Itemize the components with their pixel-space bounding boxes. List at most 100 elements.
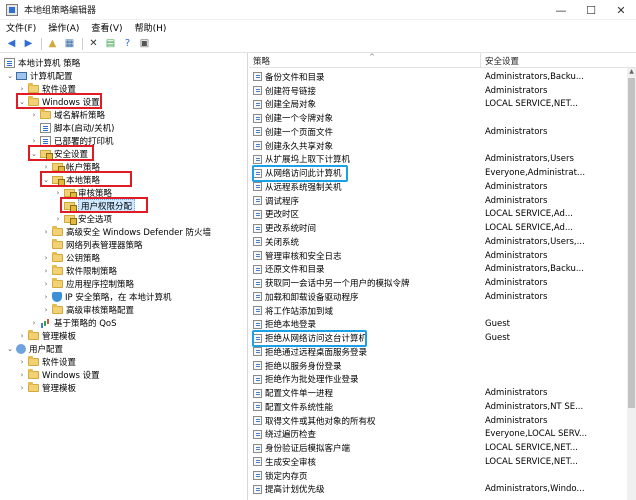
policy-row[interactable]: 备份文件和目录 Administrators,Backu... xyxy=(249,70,636,84)
policy-row[interactable]: 创建全局对象 LOCAL SERVICE,NET... xyxy=(249,98,636,112)
policy-security-setting: Administrators xyxy=(485,415,548,426)
policy-row[interactable]: 配置文件系统性能 Administrators,NT SE... xyxy=(249,400,636,414)
column-header-security-setting[interactable]: 安全设置 xyxy=(481,53,627,68)
policy-name: 生成安全审核 xyxy=(265,457,317,468)
policy-row[interactable]: 取得文件或其他对象的所有权 Administrators xyxy=(249,414,636,428)
tree-computer-config[interactable]: ⌄ 计算机配置 xyxy=(6,69,73,82)
tree-public-key[interactable]: › 公钥策略 xyxy=(42,251,100,264)
policy-row[interactable]: 配置文件单一进程 Administrators xyxy=(249,386,636,400)
chevron-right-icon[interactable]: › xyxy=(18,85,26,93)
up-folder-icon[interactable]: ▲ xyxy=(45,37,60,51)
menu-view[interactable]: 查看(V) xyxy=(91,21,122,34)
policy-row[interactable]: 调试程序 Administrators xyxy=(249,194,636,208)
forward-icon[interactable]: ▶ xyxy=(21,37,36,51)
chevron-down-icon[interactable]: ⌄ xyxy=(6,345,14,353)
policy-name: 创建一个令牌对象 xyxy=(265,114,334,125)
menu-help[interactable]: 帮助(H) xyxy=(135,21,167,34)
tree-scripts[interactable]: 脚本(启动/关机) xyxy=(30,121,115,134)
chevron-right-icon[interactable]: › xyxy=(18,384,26,392)
minimize-button[interactable]: — xyxy=(546,0,576,20)
delete-icon[interactable]: ✕ xyxy=(86,37,101,51)
column-header-policy[interactable]: 策略 xyxy=(249,53,481,68)
tree-root[interactable]: 本地计算机 策略 xyxy=(4,56,80,69)
tree-advanced-audit[interactable]: › 高级审核策略配置 xyxy=(42,303,134,316)
policy-setting-icon xyxy=(253,416,262,426)
policy-row[interactable]: 关闭系统 Administrators,Users,... xyxy=(249,235,636,249)
policy-row[interactable]: 创建一个令牌对象 xyxy=(249,111,636,125)
chevron-right-icon[interactable]: › xyxy=(42,267,50,275)
policy-security-setting: Guest xyxy=(485,319,510,330)
chevron-right-icon[interactable]: › xyxy=(42,293,50,301)
policy-setting-icon xyxy=(253,182,262,192)
policy-row[interactable]: 更改时区 LOCAL SERVICE,Ad... xyxy=(249,208,636,222)
chevron-right-icon[interactable]: › xyxy=(30,111,38,119)
chevron-right-icon[interactable]: › xyxy=(42,280,50,288)
tree-user-config[interactable]: ⌄ 用户配置 xyxy=(6,342,63,355)
policy-setting-icon xyxy=(253,471,262,481)
policy-name-cell: 获取同一会话中另一个用户的模拟令牌 xyxy=(253,277,410,289)
scroll-up-arrow-icon[interactable]: ▲ xyxy=(627,68,636,77)
tree-user-admin[interactable]: › 管理模板 xyxy=(18,381,76,394)
tree-security-options[interactable]: › 安全选项 xyxy=(54,212,112,225)
policy-row[interactable]: 还原文件和目录 Administrators,Backu... xyxy=(249,263,636,277)
chevron-right-icon[interactable]: › xyxy=(42,306,50,314)
menu-action[interactable]: 操作(A) xyxy=(48,21,79,34)
scrollbar-thumb[interactable] xyxy=(628,78,635,408)
policy-row[interactable]: 创建一个页面文件 Administrators xyxy=(249,125,636,139)
policy-name: 拒绝作为批处理作业登录 xyxy=(265,375,359,386)
policy-row[interactable]: 拒绝通过远程桌面服务登录 xyxy=(249,345,636,359)
tree-network-list[interactable]: 网络列表管理器策略 xyxy=(42,238,143,251)
export-list-icon[interactable]: ▤ xyxy=(103,37,118,51)
chevron-right-icon[interactable]: › xyxy=(18,332,26,340)
show-hide-tree-icon[interactable]: ▦ xyxy=(62,37,77,51)
tree-software-restriction[interactable]: › 软件限制策略 xyxy=(42,264,117,277)
tree-app-control[interactable]: › 应用程序控制策略 xyxy=(42,277,134,290)
chevron-right-icon[interactable]: › xyxy=(42,254,50,262)
policy-row[interactable]: 拒绝作为批处理作业登录 xyxy=(249,373,636,387)
chevron-down-icon[interactable]: ⌄ xyxy=(6,72,14,80)
properties-icon[interactable]: ▣ xyxy=(137,37,152,51)
policy-security-setting: Administrators,Users xyxy=(485,154,574,165)
policy-row[interactable]: 生成安全审核 LOCAL SERVICE,NET... xyxy=(249,455,636,469)
policy-setting-icon xyxy=(253,457,262,467)
menu-file[interactable]: 文件(F) xyxy=(6,21,36,34)
chevron-right-icon[interactable]: › xyxy=(54,215,62,223)
policy-row[interactable]: 将工作站添加到域 xyxy=(249,304,636,318)
policy-row[interactable]: 创建符号链接 Administrators xyxy=(249,84,636,98)
maximize-button[interactable]: ☐ xyxy=(576,0,606,20)
tree-qos[interactable]: › 基于策略的 QoS xyxy=(30,316,117,329)
policy-row[interactable]: 获取同一会话中另一个用户的模拟令牌 Administrators xyxy=(249,276,636,290)
tree-ipsec[interactable]: › IP 安全策略，在 本地计算机 xyxy=(42,290,172,303)
tree-defender-firewall[interactable]: › 高级安全 Windows Defender 防火墙 xyxy=(42,225,211,238)
back-icon[interactable]: ◀ xyxy=(4,37,19,51)
policy-row[interactable]: 绕过遍历检查 Everyone,LOCAL SERV... xyxy=(249,428,636,442)
chevron-right-icon[interactable]: › xyxy=(18,371,26,379)
tree-user-windows[interactable]: › Windows 设置 xyxy=(18,368,100,381)
chevron-right-icon[interactable]: › xyxy=(42,228,50,236)
policy-row[interactable]: 从远程系统强制关机 Administrators xyxy=(249,180,636,194)
security-folder-icon xyxy=(64,188,77,199)
policy-security-setting: Administrators xyxy=(485,195,548,206)
help-icon[interactable]: ? xyxy=(120,37,135,51)
chevron-right-icon[interactable]: › xyxy=(30,319,38,327)
policy-row[interactable]: 加载和卸载设备驱动程序 Administrators xyxy=(249,290,636,304)
policy-row[interactable]: 拒绝以服务身份登录 xyxy=(249,359,636,373)
policy-row[interactable]: 锁定内存页 xyxy=(249,469,636,483)
policy-row[interactable]: 身份验证后模拟客户端 LOCAL SERVICE,NET... xyxy=(249,441,636,455)
policy-row[interactable]: 管理审核和安全日志 Administrators xyxy=(249,249,636,263)
policy-setting-icon xyxy=(253,264,262,274)
tree-user-software[interactable]: › 软件设置 xyxy=(18,355,76,368)
chevron-right-icon[interactable]: › xyxy=(42,163,50,171)
tree-name-resolution[interactable]: › 域名解析策略 xyxy=(30,108,105,121)
close-button[interactable]: ✕ xyxy=(606,0,636,20)
policy-setting-icon xyxy=(253,402,262,412)
policy-row[interactable]: 创建永久共享对象 xyxy=(249,139,636,153)
policy-row[interactable]: 更改系统时间 LOCAL SERVICE,Ad... xyxy=(249,221,636,235)
vertical-scrollbar[interactable]: ▲ xyxy=(627,68,636,500)
chevron-right-icon[interactable]: › xyxy=(54,189,62,197)
chevron-right-icon[interactable]: › xyxy=(18,358,26,366)
policy-row[interactable]: 提高计划优先级 Administrators,Windo... xyxy=(249,483,636,497)
chevron-right-icon[interactable]: › xyxy=(30,137,38,145)
tree-admin-templates[interactable]: › 管理模板 xyxy=(18,329,76,342)
folder-icon xyxy=(52,225,63,236)
